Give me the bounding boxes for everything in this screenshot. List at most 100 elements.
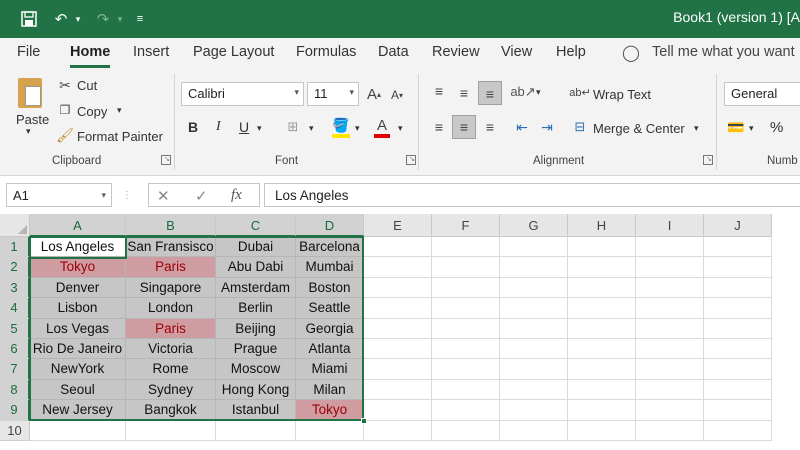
number-format-select[interactable]: General xyxy=(724,82,800,106)
tab-page-layout[interactable]: Page Layout xyxy=(193,44,274,60)
format-painter-icon[interactable]: 🖌 xyxy=(56,127,74,143)
cell-i3[interactable] xyxy=(636,277,704,299)
cell-f7[interactable] xyxy=(432,359,500,380)
cell-f3[interactable] xyxy=(432,277,500,299)
copy-icon[interactable]: ❐ xyxy=(58,102,72,118)
cell-a6[interactable]: Rio De Janeiro xyxy=(30,339,126,360)
cell-h4[interactable] xyxy=(568,298,636,319)
cell-h10[interactable] xyxy=(568,420,636,441)
fill-color-icon[interactable]: 🪣 xyxy=(332,116,350,138)
cell-b9[interactable]: Bangkok xyxy=(126,400,216,421)
underline-dropdown-icon[interactable]: ▾ xyxy=(257,123,262,134)
cell-j9[interactable] xyxy=(704,400,772,421)
decrease-indent-icon[interactable]: ⇤ xyxy=(512,118,532,136)
paste-button[interactable]: Paste xyxy=(16,112,49,127)
cell-d9[interactable]: Tokyo xyxy=(296,400,364,421)
cell-h8[interactable] xyxy=(568,379,636,401)
cell-f8[interactable] xyxy=(432,379,500,401)
cut-button[interactable]: Cut xyxy=(77,78,97,93)
column-header-f[interactable]: F xyxy=(432,214,500,237)
clipboard-launcher-icon[interactable]: ↘ xyxy=(161,155,171,165)
cell-d2[interactable]: Mumbai xyxy=(296,257,364,278)
percent-style-button[interactable]: % xyxy=(770,119,783,136)
cell-h7[interactable] xyxy=(568,359,636,380)
cell-g3[interactable] xyxy=(500,277,568,299)
cell-f9[interactable] xyxy=(432,400,500,421)
cell-e5[interactable] xyxy=(364,318,432,339)
cell-e8[interactable] xyxy=(364,379,432,401)
cell-g7[interactable] xyxy=(500,359,568,380)
cell-i1[interactable] xyxy=(636,237,704,258)
undo-dropdown-icon[interactable]: ▾ xyxy=(72,8,84,30)
cell-i10[interactable] xyxy=(636,420,704,441)
row-header-6[interactable]: 6 xyxy=(0,339,30,360)
select-all-button[interactable] xyxy=(0,214,30,237)
tab-view[interactable]: View xyxy=(501,44,532,60)
cell-c2[interactable]: Abu Dabi xyxy=(216,257,296,278)
row-header-9[interactable]: 9 xyxy=(0,400,30,421)
font-color-icon[interactable]: A xyxy=(374,116,390,138)
cell-g10[interactable] xyxy=(500,420,568,441)
cell-f1[interactable] xyxy=(432,237,500,258)
cell-a7[interactable]: NewYork xyxy=(30,359,126,380)
alignment-launcher-icon[interactable]: ↘ xyxy=(703,155,713,165)
borders-dropdown-icon[interactable]: ▾ xyxy=(309,123,314,134)
cell-b4[interactable]: London xyxy=(126,298,216,319)
cell-c6[interactable]: Prague xyxy=(216,339,296,360)
cell-e2[interactable] xyxy=(364,257,432,278)
cell-j1[interactable] xyxy=(704,237,772,258)
cell-g8[interactable] xyxy=(500,379,568,401)
cell-f6[interactable] xyxy=(432,339,500,360)
font-launcher-icon[interactable]: ↘ xyxy=(406,155,416,165)
cell-f5[interactable] xyxy=(432,318,500,339)
cell-b2[interactable]: Paris xyxy=(126,257,216,278)
cell-i5[interactable] xyxy=(636,318,704,339)
name-box[interactable]: A1 ▾ xyxy=(6,183,112,207)
cell-j6[interactable] xyxy=(704,339,772,360)
cell-h9[interactable] xyxy=(568,400,636,421)
tab-formulas[interactable]: Formulas xyxy=(296,44,356,60)
cell-h6[interactable] xyxy=(568,339,636,360)
insert-function-button[interactable]: fx xyxy=(231,187,242,204)
cell-d8[interactable]: Milan xyxy=(296,379,364,401)
tab-file[interactable]: File xyxy=(17,44,40,60)
middle-align-icon[interactable]: ≡ xyxy=(454,84,474,102)
row-header-3[interactable]: 3 xyxy=(0,277,30,299)
column-header-c[interactable]: C xyxy=(216,214,296,237)
row-header-7[interactable]: 7 xyxy=(0,359,30,380)
cell-e3[interactable] xyxy=(364,277,432,299)
cell-c7[interactable]: Moscow xyxy=(216,359,296,380)
tab-help[interactable]: Help xyxy=(556,44,586,60)
cut-icon[interactable]: ✂ xyxy=(58,77,72,93)
orientation-dropdown-icon[interactable]: ▾ xyxy=(536,87,541,98)
italic-button[interactable]: I xyxy=(216,119,221,135)
copy-button[interactable]: Copy xyxy=(77,104,107,119)
row-header-2[interactable]: 2 xyxy=(0,257,30,278)
paste-dropdown-icon[interactable]: ▾ xyxy=(26,126,31,137)
cell-a10[interactable] xyxy=(30,420,126,441)
cell-i9[interactable] xyxy=(636,400,704,421)
cell-d1[interactable]: Barcelona xyxy=(296,237,364,258)
cell-g9[interactable] xyxy=(500,400,568,421)
cell-a4[interactable]: Lisbon xyxy=(30,298,126,319)
cell-i7[interactable] xyxy=(636,359,704,380)
cell-f2[interactable] xyxy=(432,257,500,278)
fill-handle[interactable] xyxy=(361,418,367,424)
cell-j5[interactable] xyxy=(704,318,772,339)
bold-button[interactable]: B xyxy=(188,119,198,135)
align-right-icon[interactable]: ≡ xyxy=(480,118,500,136)
cell-j2[interactable] xyxy=(704,257,772,278)
column-header-b[interactable]: B xyxy=(126,214,216,237)
cell-b6[interactable]: Victoria xyxy=(126,339,216,360)
formula-input[interactable]: Los Angeles xyxy=(264,183,800,207)
row-header-10[interactable]: 10 xyxy=(0,420,30,441)
row-header-4[interactable]: 4 xyxy=(0,298,30,319)
cell-i6[interactable] xyxy=(636,339,704,360)
cell-a1[interactable]: Los Angeles xyxy=(30,237,126,258)
column-header-i[interactable]: I xyxy=(636,214,704,237)
cell-a9[interactable]: New Jersey xyxy=(30,400,126,421)
redo-dropdown-icon[interactable]: ▾ xyxy=(114,8,126,30)
cell-g1[interactable] xyxy=(500,237,568,258)
cell-b7[interactable]: Rome xyxy=(126,359,216,380)
tab-home[interactable]: Home xyxy=(70,44,110,60)
